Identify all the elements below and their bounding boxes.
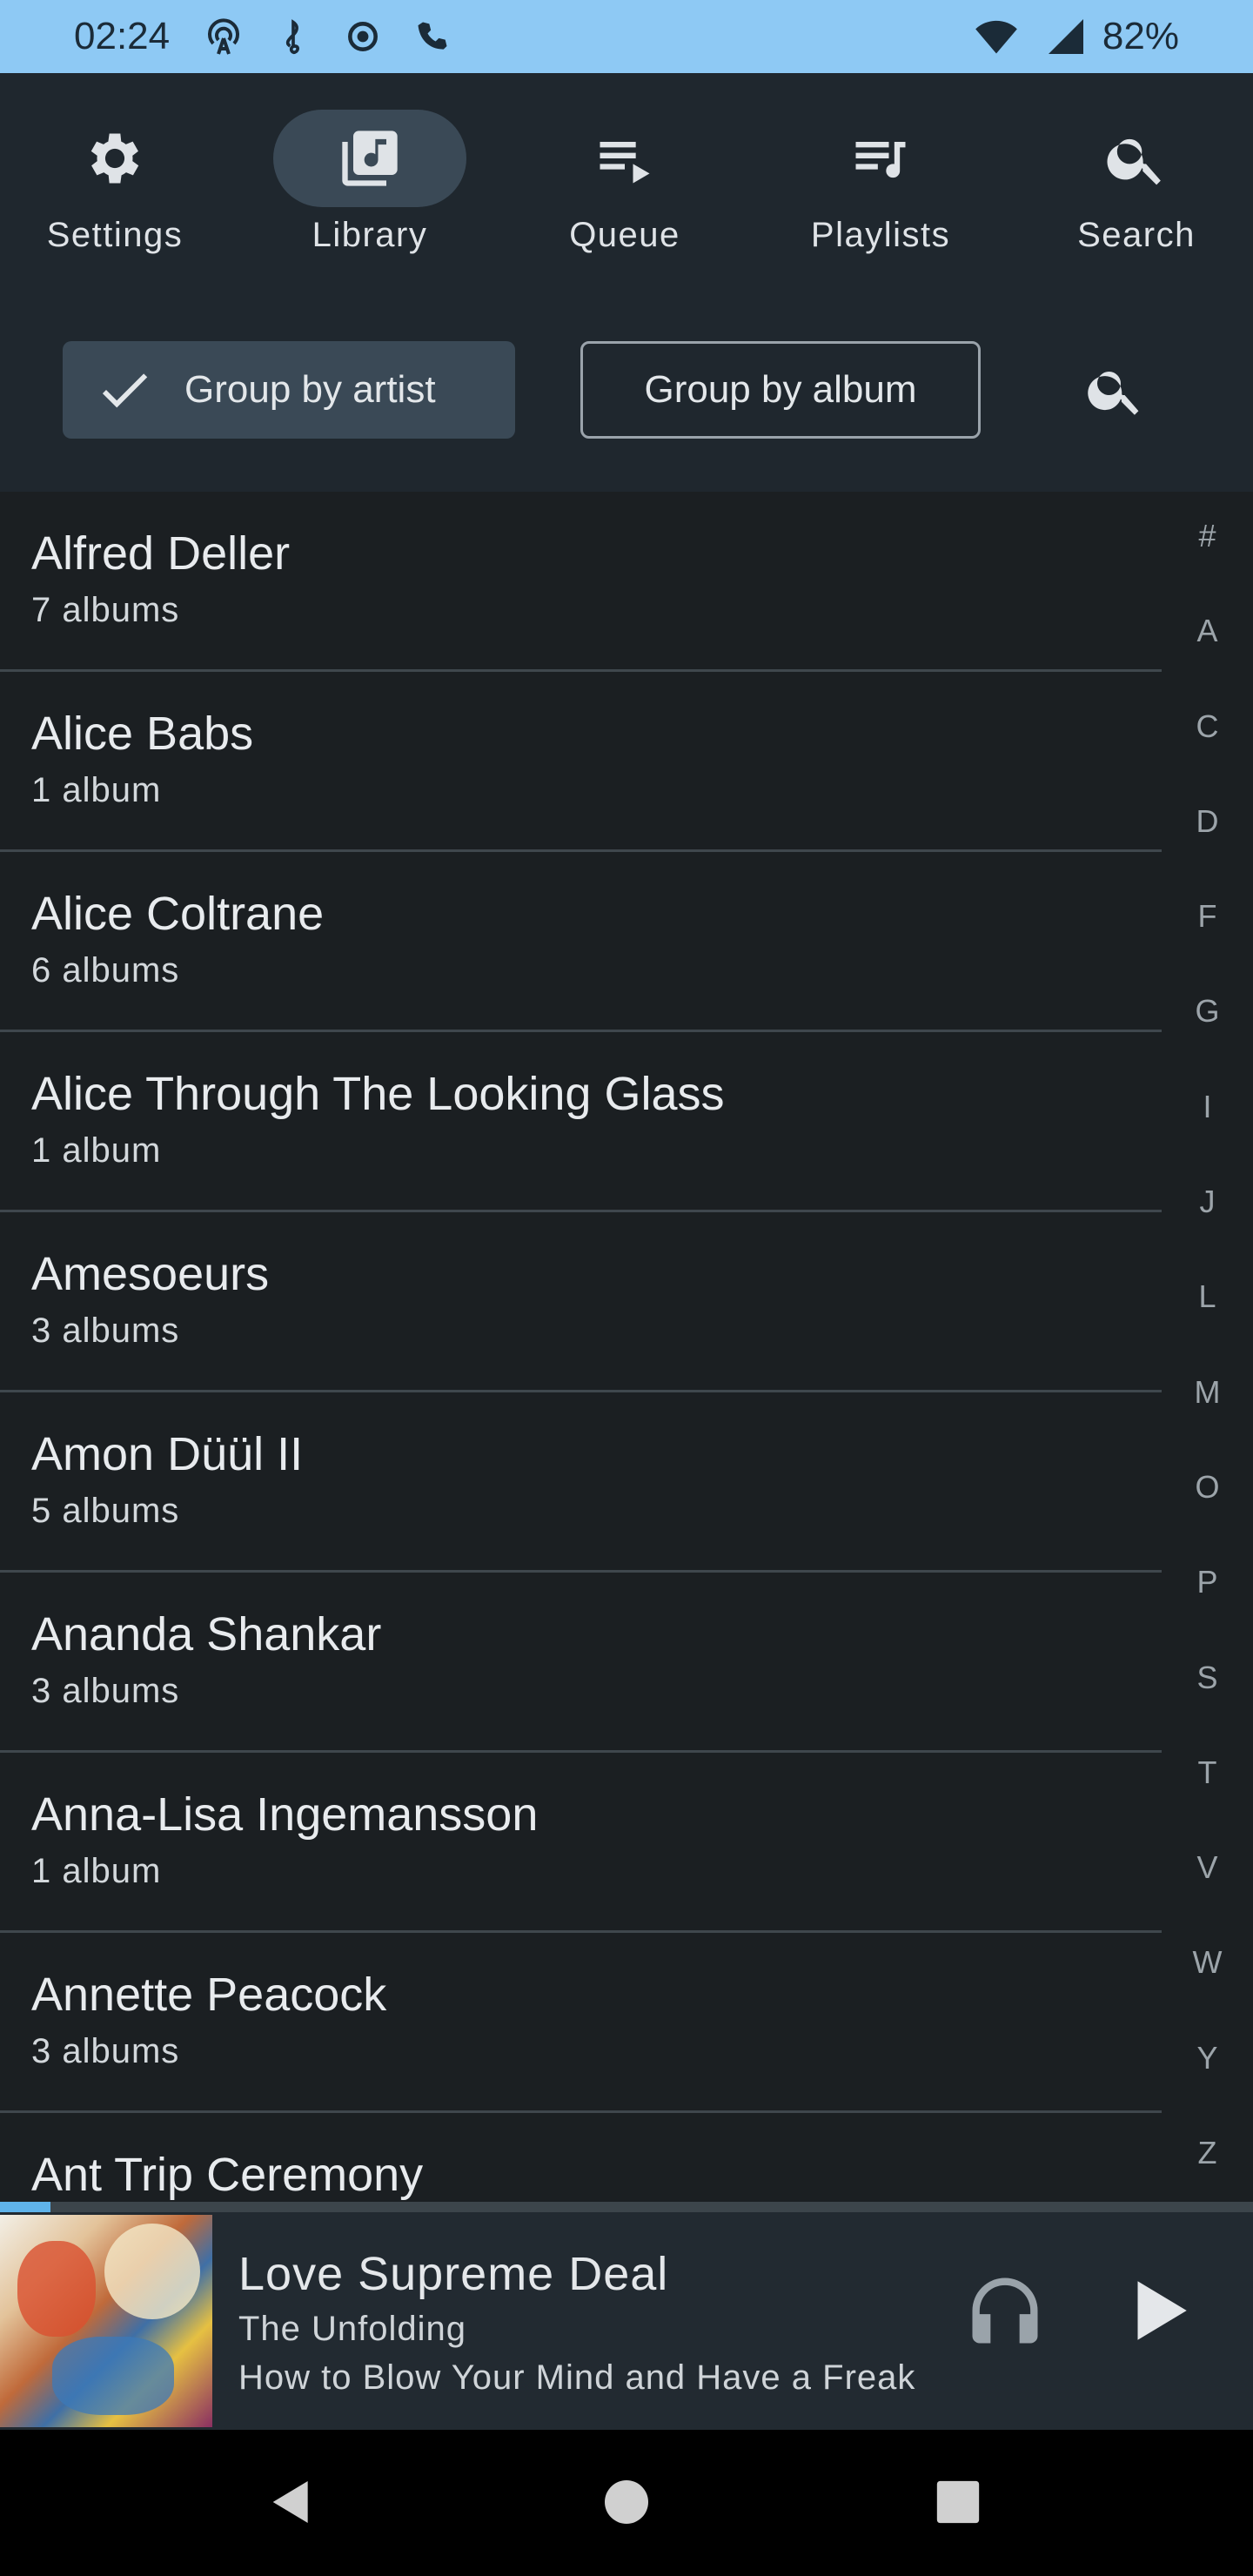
output-device-button[interactable] xyxy=(957,2264,1053,2360)
chip-label: Group by album xyxy=(644,368,917,411)
recents-button[interactable] xyxy=(919,2465,997,2543)
artist-name: Ant Trip Ceremony xyxy=(31,2149,424,2201)
artist-name: Alice Babs xyxy=(31,708,254,760)
index-letter[interactable]: W xyxy=(1170,1944,1244,2039)
checkmark-icon xyxy=(94,359,155,420)
index-letter[interactable]: P xyxy=(1170,1564,1244,1659)
library-music-icon xyxy=(273,110,466,207)
system-navigation-bar xyxy=(0,2430,1253,2576)
index-letter[interactable]: A xyxy=(1170,613,1244,708)
play-icon xyxy=(1118,2271,1196,2354)
index-letter[interactable]: V xyxy=(1170,1849,1244,1944)
album-count: 3 albums xyxy=(31,1672,180,1710)
filter-bar: Group by artist Group by album xyxy=(0,305,1253,492)
list-item[interactable]: Alfred Deller 7 albums xyxy=(0,492,1162,672)
album-count: 7 albums xyxy=(31,591,180,629)
back-button[interactable] xyxy=(252,2465,331,2543)
list-item[interactable]: Amon Düül II 5 albums xyxy=(0,1392,1162,1573)
group-by-artist-chip[interactable]: Group by artist xyxy=(63,341,515,439)
index-letter[interactable]: O xyxy=(1170,1469,1244,1564)
record-icon xyxy=(340,14,385,59)
top-navigation: Settings Library Queue Playlists Search xyxy=(0,73,1253,305)
status-bar: 02:24 82% xyxy=(0,0,1253,73)
podcast-icon xyxy=(201,14,246,59)
index-letter[interactable]: M xyxy=(1170,1374,1244,1469)
track-title: Love Supreme Deal xyxy=(238,2248,669,2300)
list-item[interactable]: Ananda Shankar 3 albums xyxy=(0,1573,1162,1753)
list-item[interactable]: Ant Trip Ceremony xyxy=(0,2113,1162,2202)
index-letter[interactable]: # xyxy=(1170,518,1244,613)
index-letter[interactable]: I xyxy=(1170,1089,1244,1184)
play-button[interactable] xyxy=(1109,2264,1205,2360)
index-letter[interactable]: J xyxy=(1170,1184,1244,1278)
nav-label: Settings xyxy=(46,216,184,254)
album-count: 1 album xyxy=(31,771,162,809)
playback-progress-fill xyxy=(0,2202,50,2212)
battery-percent: 82% xyxy=(1102,15,1179,57)
index-letter[interactable]: G xyxy=(1170,993,1244,1088)
queue-icon xyxy=(528,110,721,207)
album-count: 3 albums xyxy=(31,2032,180,2070)
home-button[interactable] xyxy=(587,2465,666,2543)
group-by-album-chip[interactable]: Group by album xyxy=(580,341,981,439)
phone-icon xyxy=(410,14,455,59)
list-item[interactable]: Annette Peacock 3 albums xyxy=(0,1933,1162,2113)
nav-library[interactable]: Library xyxy=(257,110,483,266)
gear-icon xyxy=(18,110,211,207)
artist-name: Amon Düül II xyxy=(31,1428,304,1480)
artist-name: Ananda Shankar xyxy=(31,1608,382,1660)
nav-label: Library xyxy=(312,216,428,254)
nav-playlists[interactable]: Playlists xyxy=(767,110,994,266)
artist-name: Alice Through The Looking Glass xyxy=(31,1068,725,1120)
wifi-icon xyxy=(974,14,1019,59)
album-art xyxy=(0,2215,212,2427)
headphones-icon xyxy=(962,2267,1049,2358)
cell-signal-icon xyxy=(1043,14,1089,59)
music-clef-icon xyxy=(271,14,316,59)
chip-label: Group by artist xyxy=(184,368,436,411)
index-letter[interactable]: T xyxy=(1170,1754,1244,1849)
list-item[interactable]: Amesoeurs 3 albums xyxy=(0,1212,1162,1392)
nav-label: Search xyxy=(1077,216,1196,254)
album-count: 5 albums xyxy=(31,1492,180,1530)
home-circle-icon xyxy=(600,2476,653,2532)
index-letter[interactable]: D xyxy=(1170,803,1244,898)
alphabet-index[interactable]: # A C D F G I J L M O P S T V W Y Z xyxy=(1170,518,1244,2230)
artist-name: Alice Coltrane xyxy=(31,888,325,940)
recents-square-icon xyxy=(933,2477,983,2532)
album-count: 1 album xyxy=(31,1131,162,1170)
track-artist: The Unfolding xyxy=(238,2310,467,2348)
list-item[interactable]: Alice Through The Looking Glass 1 album xyxy=(0,1032,1162,1212)
filter-search-button[interactable] xyxy=(1079,355,1152,428)
index-letter[interactable]: L xyxy=(1170,1278,1244,1373)
nav-settings[interactable]: Settings xyxy=(2,110,228,266)
search-icon xyxy=(1040,110,1233,207)
list-item[interactable]: Alice Coltrane 6 albums xyxy=(0,852,1162,1032)
album-count: 3 albums xyxy=(31,1311,180,1350)
nav-search[interactable]: Search xyxy=(1023,110,1250,266)
artist-name: Amesoeurs xyxy=(31,1248,270,1300)
playlist-icon xyxy=(784,110,977,207)
index-letter[interactable]: S xyxy=(1170,1660,1244,1754)
artist-name: Annette Peacock xyxy=(31,1969,387,2021)
index-letter[interactable]: C xyxy=(1170,708,1244,803)
artist-list: Alfred Deller 7 albums Alice Babs 1 albu… xyxy=(0,492,1162,2202)
nav-label: Playlists xyxy=(810,216,951,254)
album-count: 1 album xyxy=(31,1852,162,1890)
mini-player[interactable]: Love Supreme Deal The Unfolding How to B… xyxy=(0,2212,1253,2430)
back-triangle-icon xyxy=(264,2474,319,2534)
track-album: How to Blow Your Mind and Have a Freak xyxy=(238,2358,916,2397)
nav-queue[interactable]: Queue xyxy=(512,110,738,266)
status-time: 02:24 xyxy=(74,15,171,57)
artist-name: Alfred Deller xyxy=(31,527,291,580)
nav-label: Queue xyxy=(569,216,680,254)
artist-name: Anna-Lisa Ingemansson xyxy=(31,1788,539,1841)
index-letter[interactable]: F xyxy=(1170,898,1244,993)
search-icon xyxy=(1084,359,1147,426)
playback-progress-bar[interactable] xyxy=(0,2202,1253,2212)
index-letter[interactable]: Y xyxy=(1170,2040,1244,2135)
list-item[interactable]: Alice Babs 1 album xyxy=(0,672,1162,852)
list-item[interactable]: Anna-Lisa Ingemansson 1 album xyxy=(0,1753,1162,1933)
album-count: 6 albums xyxy=(31,951,180,989)
